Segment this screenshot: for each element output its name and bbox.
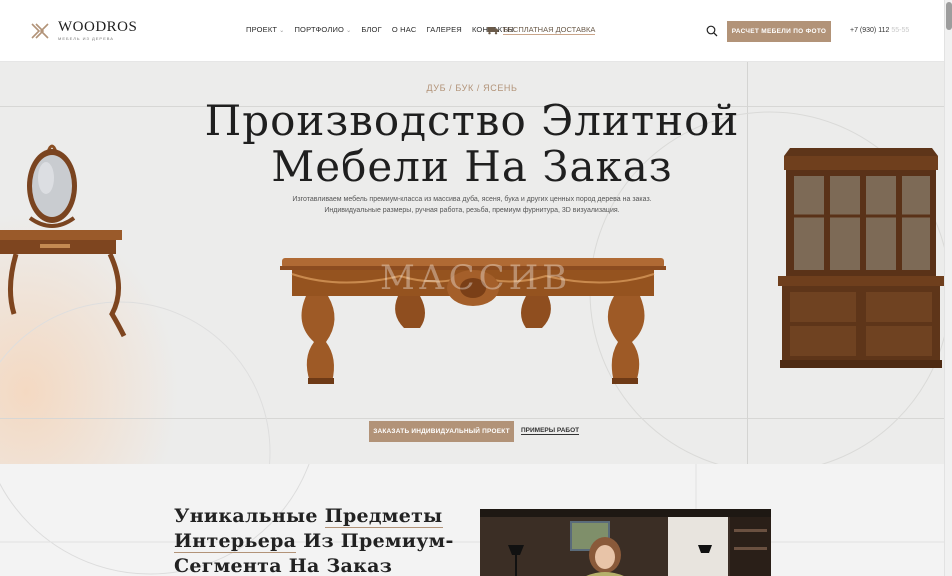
- hero-section: ДУБ / БУК / ЯСЕНЬ Производство Элитной М…: [0, 62, 944, 464]
- main-nav: ПРОЕКТ⌄ ПОРТФОЛИО⌄ БЛОГ О НАС ГАЛЕРЕЯ КО…: [246, 25, 514, 34]
- wood-types: ДУБ / БУК / ЯСЕНЬ: [426, 83, 518, 93]
- cabinet-image: [778, 148, 944, 368]
- phone-number[interactable]: +7 (930) 112 55-55: [850, 27, 909, 34]
- chevron-down-icon: ⌄: [279, 28, 285, 34]
- phone-faded: 55-55: [891, 27, 910, 34]
- chevron-down-icon: ⌄: [346, 28, 352, 34]
- nav-item-project[interactable]: ПРОЕКТ ⌄: [246, 25, 284, 34]
- unique-items-section: Уникальные Предметы Интерьера Из Премиум…: [0, 464, 944, 576]
- logo-tagline: МЕБЕЛЬ ИЗ ДЕРЕВА: [58, 36, 114, 41]
- video-preview[interactable]: [480, 509, 771, 576]
- nav-item-portfolio[interactable]: ПОРТФОЛИО ⌄: [294, 25, 351, 34]
- free-delivery-link[interactable]: БЕСПЛАТНАЯ ДОСТАВКА: [487, 25, 596, 35]
- nav-item-about[interactable]: О НАС: [392, 25, 417, 34]
- nav-item-blog[interactable]: БЛОГ: [361, 25, 382, 34]
- site-header: WOODROS МЕБЕЛЬ ИЗ ДЕРЕВА ПРОЕКТ ⌄ ПОРТФОЛ…: [0, 0, 944, 62]
- logo[interactable]: WOODROS МЕБЕЛЬ ИЗ ДЕРЕВА: [30, 20, 137, 41]
- phone-visible: +7 (930) 112: [850, 27, 890, 34]
- page-scrollbar[interactable]: [944, 0, 952, 576]
- free-delivery-label: БЕСПЛАТНАЯ ДОСТАВКА: [503, 25, 596, 35]
- title-word: Из Премиум-: [303, 530, 454, 552]
- video-frame-image: [480, 509, 771, 576]
- search-icon[interactable]: [706, 25, 718, 37]
- title-line-3: Сегмента На Заказ: [174, 555, 393, 576]
- nav-item-label: ПОРТФОЛИО: [294, 25, 345, 34]
- vanity-table-image: [0, 144, 127, 338]
- scrollbar-thumb[interactable]: [946, 2, 952, 30]
- section-title: Уникальные Предметы Интерьера Из Премиум…: [174, 504, 454, 576]
- nav-item-label: ПРОЕКТ: [246, 25, 278, 34]
- title-line-1: Производство Элитной: [204, 96, 740, 145]
- title-word-underlined: Интерьера: [174, 530, 297, 553]
- logo-name: WOODROS: [58, 19, 138, 35]
- calc-by-photo-button[interactable]: РАСЧЕТ МЕБЕЛИ ПО ФОТО: [727, 21, 831, 42]
- title-word-underlined: Предметы: [324, 505, 443, 528]
- title-line-2: Мебели На Заказ: [271, 142, 673, 191]
- logo-mark-icon: [31, 22, 49, 39]
- nav-item-gallery[interactable]: ГАЛЕРЕЯ: [426, 25, 461, 34]
- truck-icon: [487, 26, 499, 34]
- subtitle-line-1: Изготавливаем мебель премиум-класса из м…: [292, 196, 652, 203]
- hero-watermark: МАССИВ: [380, 258, 572, 298]
- subtitle-line-2: Индивидуальные размеры, ручная работа, р…: [324, 207, 620, 214]
- order-project-button[interactable]: ЗАКАЗАТЬ ИНДИВИДУАЛЬНЫЙ ПРОЕКТ: [369, 421, 514, 442]
- work-examples-link[interactable]: ПРИМЕРЫ РАБОТ: [521, 427, 580, 435]
- decor-arcs: [0, 464, 944, 576]
- title-word: Уникальные: [174, 505, 318, 527]
